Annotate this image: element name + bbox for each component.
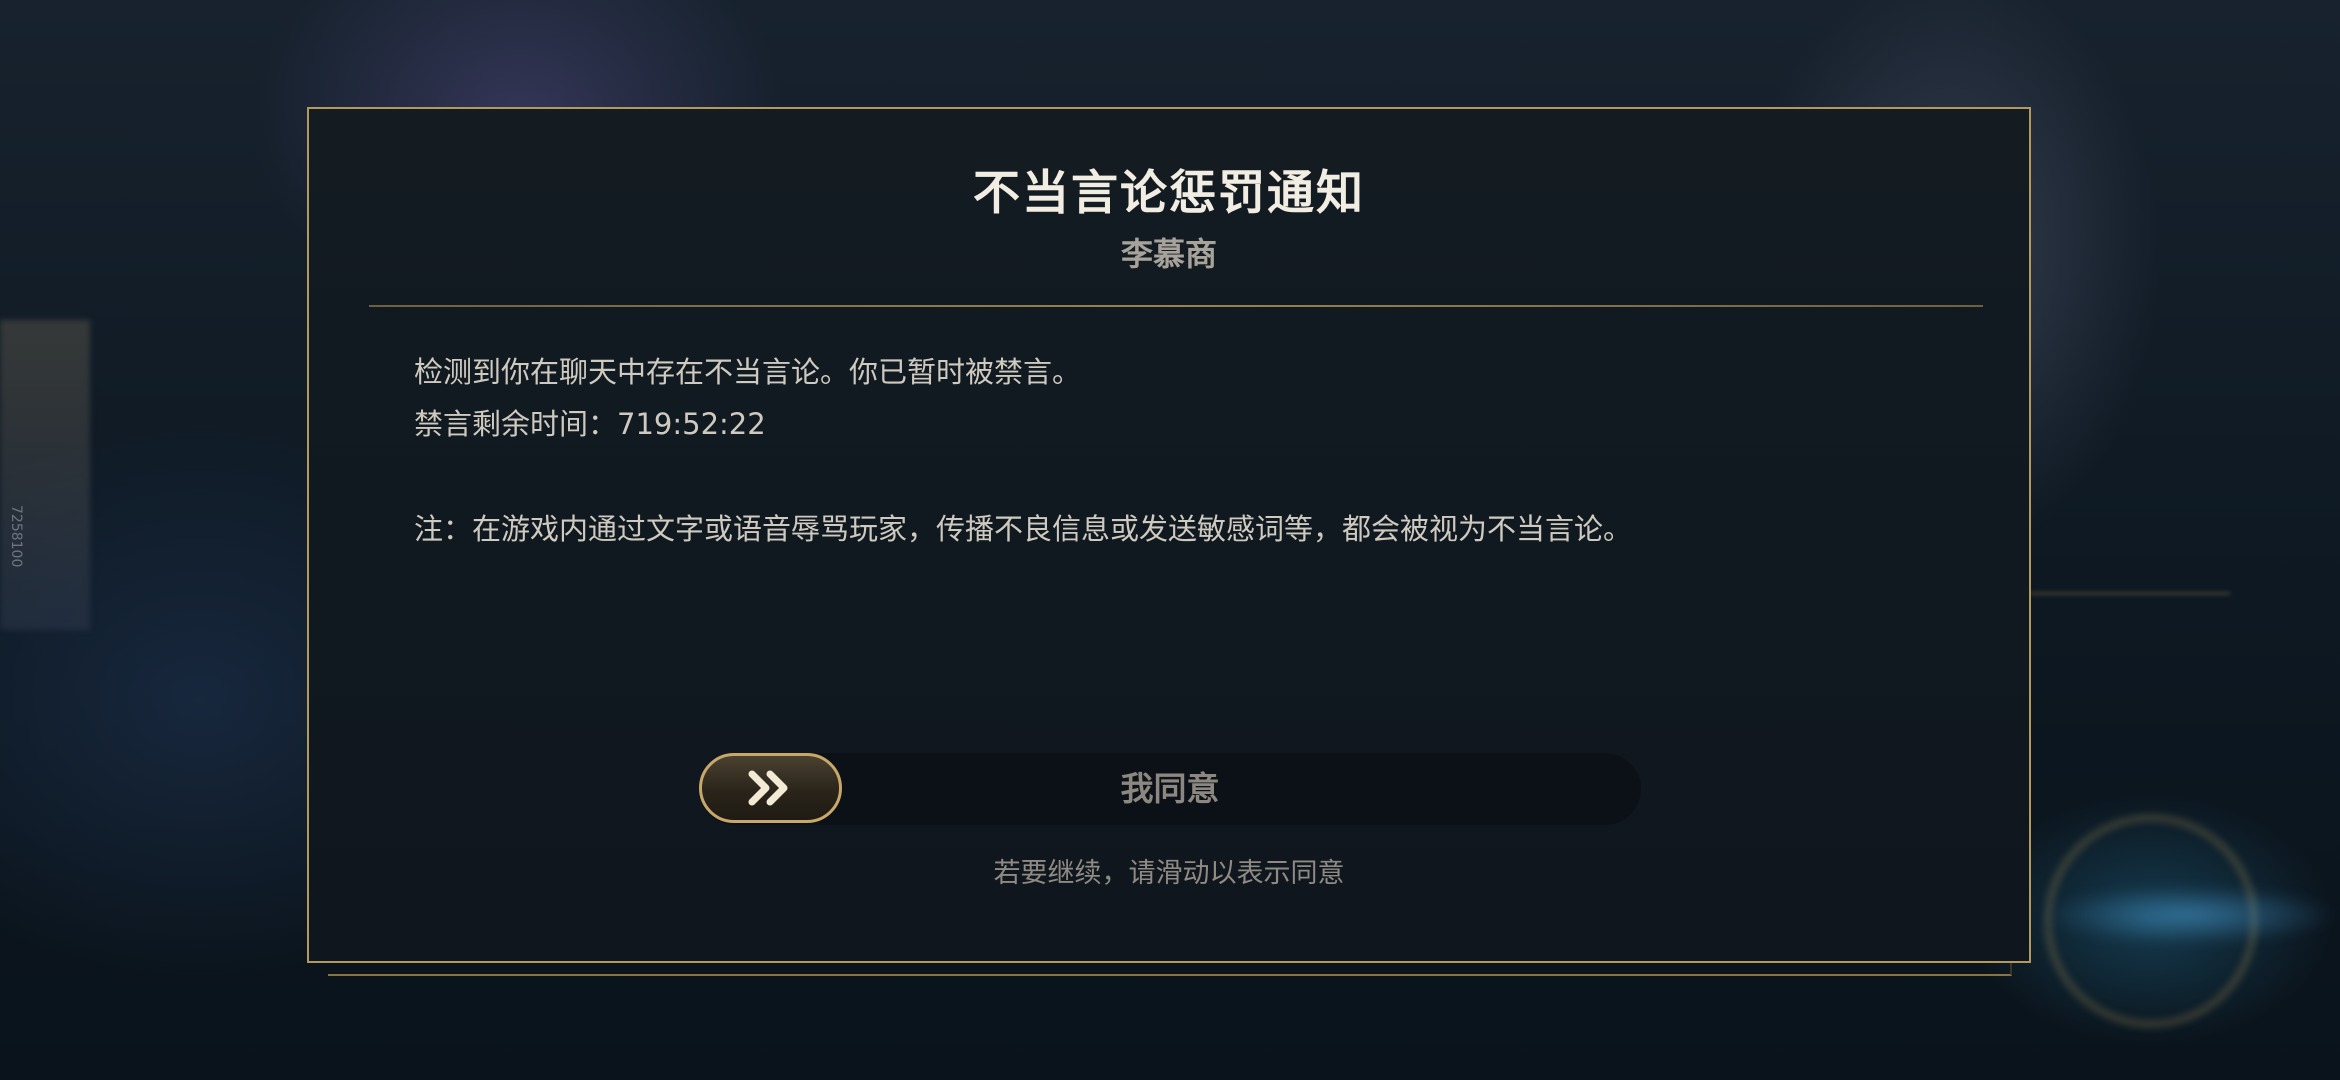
background-glow xyxy=(2040,885,2340,945)
remaining-time-value: 719:52:22 xyxy=(617,407,766,441)
title-divider xyxy=(369,305,1983,307)
agree-slider-track[interactable]: 我同意 xyxy=(699,753,1641,825)
note-text: 注：在游戏内通过文字或语音辱骂玩家，传播不良信息或发送敏感词等，都会被视为不当言… xyxy=(414,512,1633,546)
remaining-time-row: 禁言剩余时间：719:52:22 xyxy=(414,401,766,443)
background-side-panel xyxy=(0,320,90,630)
double-chevron-right-icon xyxy=(748,770,787,806)
agree-slider-handle[interactable] xyxy=(699,753,842,823)
background-side-label: 7258100 xyxy=(8,505,24,568)
dialog-title: 不当言论惩罚通知 xyxy=(973,166,1365,221)
background-decor-line xyxy=(2030,592,2230,595)
punishment-notice-dialog: 不当言论惩罚通知 李慕商 检测到你在聊天中存在不当言论。你已暂时被禁言。 禁言剩… xyxy=(307,107,2031,963)
player-name: 李慕商 xyxy=(1120,235,1217,273)
mute-message: 检测到你在聊天中存在不当言论。你已暂时被禁言。 xyxy=(414,355,1082,389)
remaining-time-label: 禁言剩余时间： xyxy=(414,407,618,441)
slide-hint: 若要继续，请滑动以表示同意 xyxy=(993,858,1345,889)
